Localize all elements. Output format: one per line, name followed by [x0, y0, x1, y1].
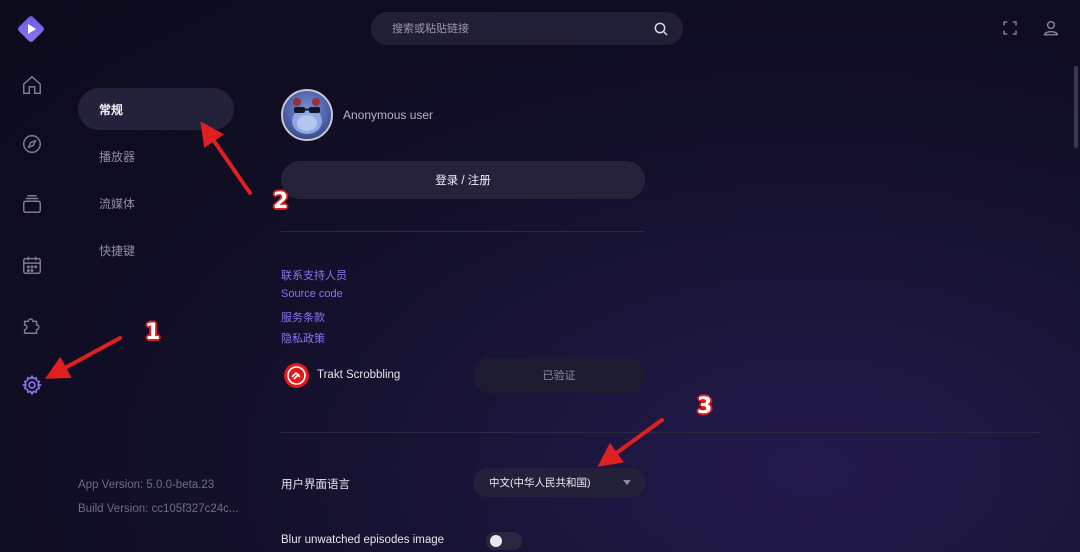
nav-item-label: 流媒体	[99, 196, 136, 211]
avatar[interactable]	[281, 89, 333, 141]
compass-icon[interactable]	[18, 130, 46, 158]
app-version: App Version: 5.0.0-beta.23	[78, 479, 215, 491]
annotation-arrow-1	[44, 336, 122, 379]
language-selected-value: 中文(中华人民共和国)	[489, 477, 591, 489]
puzzle-icon[interactable]	[18, 311, 46, 339]
nav-item-label: 快捷键	[99, 243, 136, 258]
search-icon[interactable]	[653, 21, 669, 37]
annotation-arrow-3	[597, 418, 664, 467]
terms-link[interactable]: 服务条款	[281, 309, 325, 325]
user-icon[interactable]	[1041, 18, 1061, 38]
source-code-link[interactable]: Source code	[281, 288, 343, 300]
divider	[281, 231, 645, 232]
trakt-status-button[interactable]: 已验证	[473, 357, 645, 393]
home-icon[interactable]	[18, 71, 46, 99]
search-input[interactable]	[392, 22, 653, 35]
gear-icon[interactable]	[18, 371, 46, 399]
blur-episodes-label: Blur unwatched episodes image	[281, 534, 445, 546]
support-link[interactable]: 联系支持人员	[281, 267, 347, 283]
nav-item-label: 常规	[99, 102, 124, 117]
trakt-label: Trakt Scrobbling	[317, 369, 401, 381]
divider	[281, 432, 1041, 433]
language-label: 用户界面语言	[281, 479, 350, 491]
nav-item-general[interactable]: 常规	[78, 88, 234, 130]
nav-item-shortcuts[interactable]: 快捷键	[78, 229, 234, 271]
trakt-icon	[284, 363, 309, 388]
blur-episodes-toggle[interactable]	[486, 532, 522, 550]
login-button[interactable]: 登录 / 注册	[281, 161, 645, 199]
annotation-3: 3	[697, 394, 713, 419]
search-bar[interactable]	[371, 12, 683, 45]
nav-item-streaming[interactable]: 流媒体	[78, 182, 234, 224]
annotation-2: 2	[273, 189, 289, 214]
annotation-1: 1	[145, 320, 161, 345]
nav-item-label: 播放器	[99, 149, 136, 164]
calendar-icon[interactable]	[18, 251, 46, 279]
library-icon[interactable]	[18, 190, 46, 218]
privacy-link[interactable]: 隐私政策	[281, 330, 325, 346]
username: Anonymous user	[343, 108, 434, 122]
language-select[interactable]: 中文(中华人民共和国)	[473, 468, 645, 497]
toggle-knob	[490, 535, 502, 547]
fullscreen-icon[interactable]	[1000, 18, 1020, 38]
build-version: Build Version: cc105f327c24c...	[78, 503, 239, 515]
nav-item-player[interactable]: 播放器	[78, 135, 234, 177]
chevron-down-icon	[623, 480, 631, 485]
scrollbar[interactable]	[1074, 66, 1078, 148]
logo-icon[interactable]	[16, 14, 46, 44]
